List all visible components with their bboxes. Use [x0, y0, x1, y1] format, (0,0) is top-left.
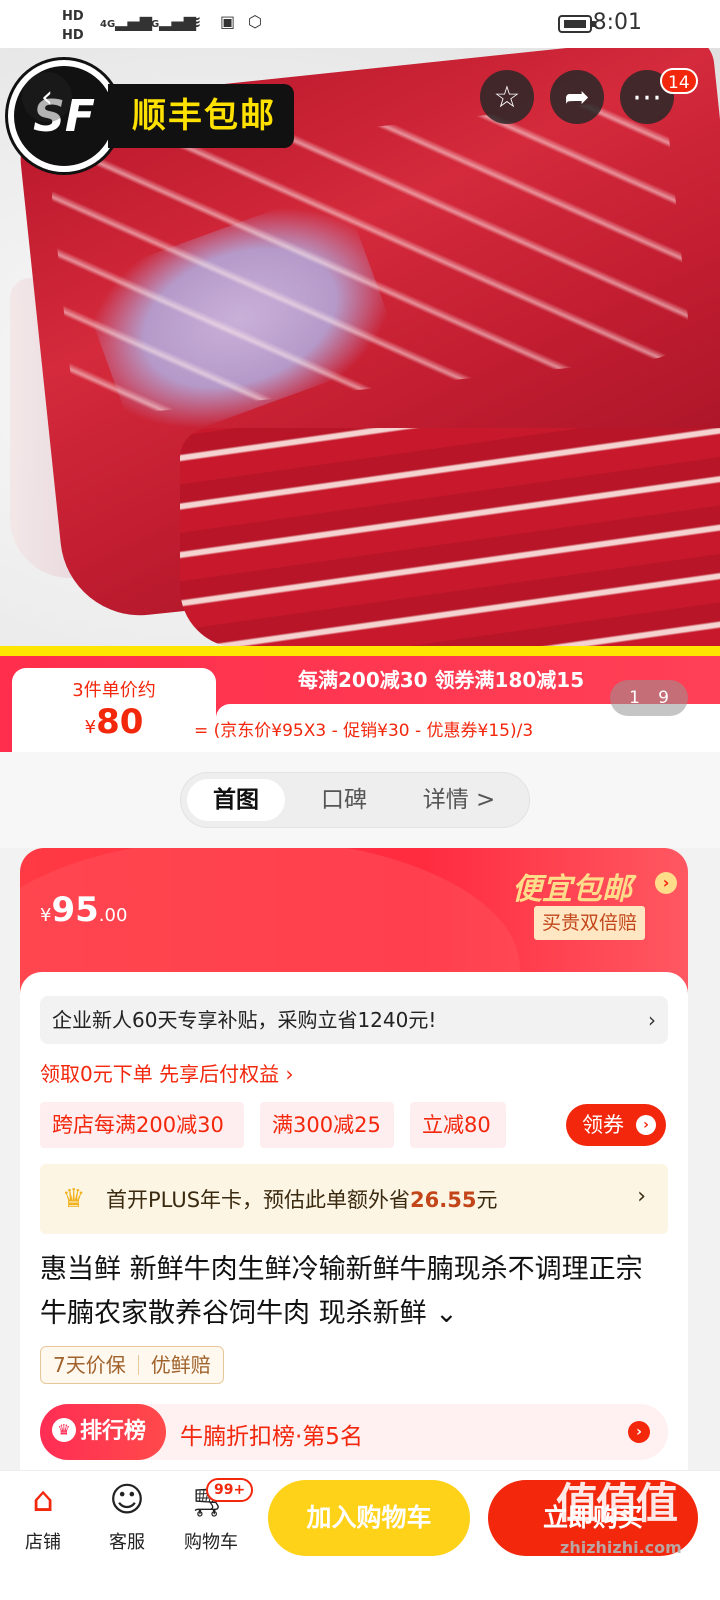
store-icon: ⌂ — [32, 1480, 54, 1520]
ranking-label: ♛ 排行榜 — [40, 1404, 166, 1460]
shop-label: 店铺 — [25, 1532, 61, 1553]
share-button[interactable]: ➦ — [550, 70, 604, 124]
coupon-chip[interactable]: 立减80 — [410, 1102, 506, 1148]
hand-icon: ⬡ — [248, 12, 262, 31]
battery-icon — [558, 15, 595, 33]
back-button[interactable]: ‹ — [22, 72, 72, 122]
plus-membership-row[interactable]: ♛ 首开PLUS年卡，预估此单额外省26.55元 › — [40, 1164, 668, 1234]
pager-total: 9 — [658, 688, 669, 708]
double-compensation-badge: 买贵双倍赔 — [534, 906, 646, 940]
meat-layers — [180, 428, 720, 648]
fresh-compensation-tag: 优鲜赔 — [150, 1353, 211, 1377]
cheap-shipping-label[interactable]: 便宜包邮 — [512, 864, 632, 908]
message-count-badge: 14 — [660, 68, 698, 94]
chevron-right-icon: › — [648, 1008, 656, 1032]
section-tabs: 首图 口碑 详情 > — [180, 772, 530, 828]
image-pager: 1 9 — [610, 680, 688, 716]
cart-label: 购物车 — [184, 1532, 238, 1553]
chevron-right-icon[interactable]: › — [655, 872, 677, 894]
chevron-right-icon: › — [636, 1115, 656, 1135]
chat-face-icon: ☺ — [109, 1480, 145, 1520]
watermark-url: zhizhizhi.com — [560, 1538, 682, 1557]
chevron-right-icon: › — [637, 1184, 646, 1209]
ranking-text: 牛腩折扣榜·第5名 — [180, 1424, 363, 1450]
unit-price-card: 3件单价约 ¥80 — [12, 668, 216, 752]
service-label: 客服 — [109, 1532, 145, 1553]
status-bar: HD HD 4G▂▄▆ 4G▂▄▆ ≋ ▣ ⬡ 8:01 — [0, 0, 720, 48]
hero-bottom-stripe — [0, 646, 720, 656]
plus-text: 首开PLUS年卡，预估此单额外省26.55元 — [106, 1188, 498, 1212]
favorite-button[interactable]: ☆ — [480, 70, 534, 124]
tab-reviews[interactable]: 口碑 — [299, 779, 389, 821]
shop-button[interactable]: ⌂ 店铺 — [8, 1478, 78, 1554]
back-icon: ‹ — [41, 79, 53, 115]
price-formula: = (京东价¥95X3 - 促销¥30 - 优惠券¥15)/3 — [194, 721, 534, 741]
get-coupon-label: 领券 — [582, 1113, 624, 1137]
unit-price-label: 3件单价约 — [72, 680, 156, 701]
get-coupon-button[interactable]: 领券 › — [566, 1104, 666, 1146]
pay-later-link[interactable]: 领取0元下单 先享后付权益 › — [40, 1058, 293, 1087]
service-tags[interactable]: 7天价保 优鲜赔 — [40, 1346, 224, 1384]
trophy-icon: ♛ — [52, 1418, 76, 1442]
promo-line: 每满200减30 领券满180减15 — [298, 668, 585, 692]
sf-label: 顺丰包邮 — [108, 84, 294, 148]
enterprise-subsidy-row[interactable]: 企业新人60天专享补贴，采购立省1240元! › — [40, 996, 668, 1044]
subsidy-text: 企业新人60天专享补贴，采购立省1240元! — [52, 1008, 437, 1032]
wifi-icon: ≋ — [188, 12, 202, 31]
tab-details[interactable]: 详情 > — [409, 779, 509, 821]
hd2-label: HD — [62, 28, 84, 43]
hd1-label: HD — [62, 9, 84, 24]
crown-icon: ♛ — [62, 1184, 86, 1214]
product-price: ¥95.00 — [40, 890, 128, 930]
cart-count-badge: 99+ — [206, 1478, 254, 1502]
sf-logo: SF — [8, 60, 120, 172]
gift-icon: ▣ — [220, 12, 236, 31]
coupon-chip[interactable]: 跨店每满200减30 — [40, 1102, 244, 1148]
hd-indicators: HD HD — [62, 10, 84, 42]
price-protect-tag: 7天价保 — [53, 1353, 126, 1377]
pager-current: 1 — [629, 688, 640, 708]
add-to-cart-button[interactable]: 加入购物车 — [268, 1480, 470, 1556]
share-icon: ➦ — [564, 79, 590, 115]
ranking-row[interactable]: ♛ 排行榜 牛腩折扣榜·第5名 › — [40, 1404, 668, 1460]
clock: 8:01 — [592, 10, 642, 35]
coupon-chip[interactable]: 满300减25 — [260, 1102, 394, 1148]
unit-price: ¥80 — [84, 702, 144, 742]
more-icon: ⋯ — [632, 79, 662, 115]
customer-service-button[interactable]: ☺ 客服 — [92, 1478, 162, 1554]
tab-main-image[interactable]: 首图 — [187, 779, 285, 821]
product-title[interactable]: 惠当鲜 新鲜牛肉生鲜冷输新鲜牛腩现杀不调理正宗牛腩农家散养谷饲牛肉 现杀新鲜 ⌄ — [40, 1248, 660, 1336]
star-icon: ☆ — [493, 79, 521, 115]
chevron-right-icon: › — [628, 1421, 650, 1443]
